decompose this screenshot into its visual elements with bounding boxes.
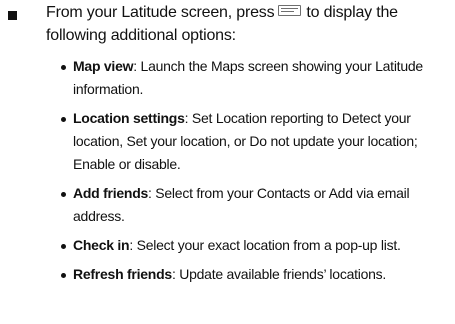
round-bullet-icon <box>61 244 66 249</box>
options-list: Map view: Launch the Maps screen showing… <box>61 55 453 292</box>
option-map-view: Map view: Launch the Maps screen showing… <box>61 55 453 101</box>
option-check-in: Check in: Select your exact location fro… <box>61 234 453 257</box>
option-refresh-friends: Refresh friends: Update available friend… <box>61 263 453 286</box>
round-bullet-icon <box>61 65 66 70</box>
option-description: : Update available friends’ locations. <box>171 266 387 282</box>
round-bullet-icon <box>61 117 66 122</box>
option-term: Check in <box>73 237 130 253</box>
option-term: Add friends <box>73 185 149 201</box>
option-term: Map view <box>73 58 134 74</box>
square-bullet-icon <box>8 11 17 20</box>
option-term: Location settings <box>73 110 185 126</box>
option-description: : Select your exact location from a pop-… <box>129 237 401 253</box>
option-term: Refresh friends <box>73 266 172 282</box>
menu-key-icon <box>278 5 302 16</box>
round-bullet-icon <box>61 273 66 278</box>
option-location-settings: Location settings: Set Location reportin… <box>61 107 453 176</box>
round-bullet-icon <box>61 192 66 197</box>
option-add-friends: Add friends: Select from your Contacts o… <box>61 182 453 228</box>
intro-text-start: From your Latitude screen, press <box>46 4 275 21</box>
document-page: From your Latitude screen, press to displ… <box>0 0 455 324</box>
intro-paragraph: From your Latitude screen, press to displ… <box>46 1 451 47</box>
